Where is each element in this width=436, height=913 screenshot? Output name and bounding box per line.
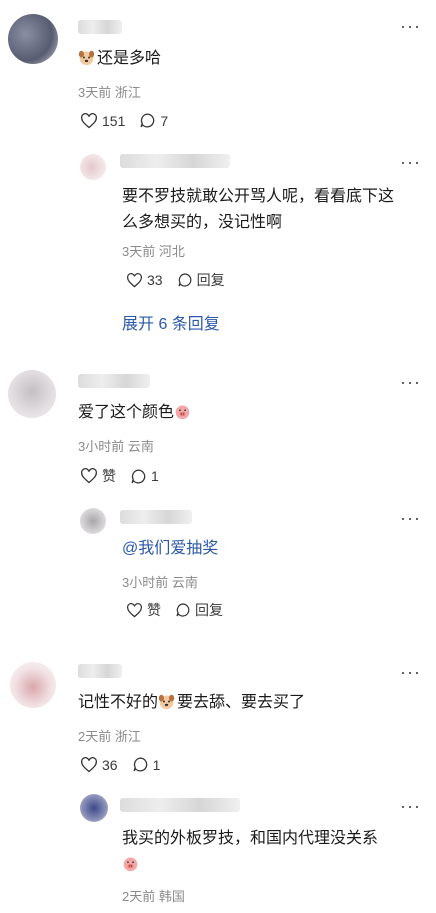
comment-actions: 36 1	[80, 756, 174, 773]
like-count: 151	[102, 112, 126, 129]
heart-icon	[81, 112, 97, 128]
reply-more-icon[interactable]: ···	[400, 796, 421, 817]
meta-time: 2天前	[122, 889, 156, 904]
reply-button[interactable]: 回复	[175, 600, 223, 620]
username-blurred[interactable]	[78, 374, 150, 388]
like-label: 赞	[102, 468, 116, 484]
reply-button[interactable]: 7	[139, 112, 168, 129]
meta-time: 3天前	[122, 244, 156, 259]
like-button[interactable]: 151	[80, 113, 125, 129]
comment-meta: 2天前 浙江	[78, 726, 141, 745]
username-blurred[interactable]	[78, 664, 122, 678]
reply-meta: 3天前 河北	[122, 241, 185, 260]
reply-actions: 赞 回复	[126, 600, 237, 620]
reply-more-icon[interactable]: ···	[400, 508, 421, 529]
reply-username-blurred[interactable]	[120, 798, 240, 812]
meta-time: 3小时前	[122, 575, 169, 590]
meta-time: 3天前	[78, 85, 112, 100]
reply-label: 回复	[195, 602, 223, 618]
meta-location: 浙江	[114, 729, 141, 744]
expand-replies-link[interactable]: 展开 6 条回复	[122, 310, 220, 334]
comment-bubble-icon	[176, 603, 190, 617]
meta-location: 韩国	[158, 889, 185, 904]
reply-avatar[interactable]	[80, 154, 106, 180]
meta-location: 浙江	[114, 85, 141, 100]
reply-more-icon[interactable]: ···	[400, 152, 421, 173]
reply-meta: 2天前 韩国	[122, 886, 185, 905]
comment-meta: 3天前 浙江	[78, 82, 141, 101]
more-icon[interactable]: ···	[400, 372, 421, 393]
comment-text-content: 爱了这个颜色	[78, 404, 175, 421]
like-button[interactable]: 赞	[126, 600, 161, 620]
heart-icon	[127, 602, 142, 617]
reply-avatar[interactable]	[80, 508, 106, 534]
reply-avatar[interactable]	[80, 794, 108, 822]
reply-meta: 3小时前 云南	[122, 572, 198, 591]
meta-time: 3小时前	[78, 439, 125, 454]
comment-text-before: 记性不好的	[78, 694, 159, 711]
reply-count: 1	[152, 756, 161, 773]
more-icon[interactable]: ···	[400, 16, 421, 37]
comment-actions: 151 7	[80, 112, 182, 129]
pig-face-emoji	[175, 405, 190, 420]
like-button[interactable]: 33	[126, 272, 163, 288]
like-count: 36	[102, 756, 118, 773]
reply-button[interactable]: 回复	[177, 270, 225, 290]
comment-text: 爱了这个颜色	[78, 400, 193, 426]
reply-actions: 33 回复	[126, 270, 239, 290]
like-button[interactable]: 赞	[80, 466, 116, 486]
heart-icon	[81, 756, 97, 772]
comment-meta: 3小时前 云南	[78, 436, 154, 455]
avatar[interactable]	[8, 370, 56, 418]
comment-text: 记性不好的 要去舔、要去买了	[78, 690, 305, 716]
reply-emoji-line	[122, 852, 141, 878]
reply-username-blurred[interactable]	[120, 154, 230, 168]
pig-face-emoji	[123, 857, 138, 872]
like-count: 33	[147, 272, 163, 288]
comment-actions: 赞 1	[80, 466, 173, 486]
comment-text: 还是多哈	[78, 46, 161, 72]
reply-text-line2: 么多想买的，没记性啊	[122, 214, 283, 231]
comment-bubble-icon	[133, 757, 147, 772]
comment-bubble-icon	[131, 468, 146, 483]
comment-bubble-icon	[140, 113, 155, 128]
reply-text-line1: 要不罗技就敢公开骂人呢，看看底下这	[122, 188, 395, 205]
dog-face-emoji	[78, 50, 95, 66]
avatar[interactable]	[10, 662, 56, 708]
reply-button[interactable]: 1	[132, 756, 161, 773]
more-icon[interactable]: ···	[400, 662, 421, 683]
like-button[interactable]: 36	[80, 757, 118, 773]
meta-location: 云南	[127, 439, 154, 454]
dog-face-emoji	[158, 694, 175, 710]
reply-count: 7	[160, 112, 169, 129]
meta-location: 云南	[171, 575, 198, 590]
comment-bubble-icon	[178, 273, 191, 287]
reply-label: 回复	[196, 272, 225, 288]
comment-text-content: 还是多哈	[97, 50, 162, 67]
avatar[interactable]	[8, 14, 58, 64]
reply-username-blurred[interactable]	[120, 510, 192, 524]
reply-count: 1	[151, 468, 159, 484]
reply-mention-text[interactable]: @我们爱抽奖	[122, 536, 218, 562]
reply-text: 我买的外板罗技，和国内代理没关系	[122, 830, 379, 847]
heart-icon	[81, 468, 97, 484]
meta-location: 河北	[158, 244, 185, 259]
username-blurred[interactable]	[78, 20, 122, 34]
meta-time: 2天前	[78, 729, 112, 744]
reply-button[interactable]: 1	[130, 468, 159, 485]
heart-icon	[127, 272, 142, 287]
comment-text-after: 要去舔、要去买了	[177, 694, 306, 711]
like-label: 赞	[147, 602, 161, 618]
